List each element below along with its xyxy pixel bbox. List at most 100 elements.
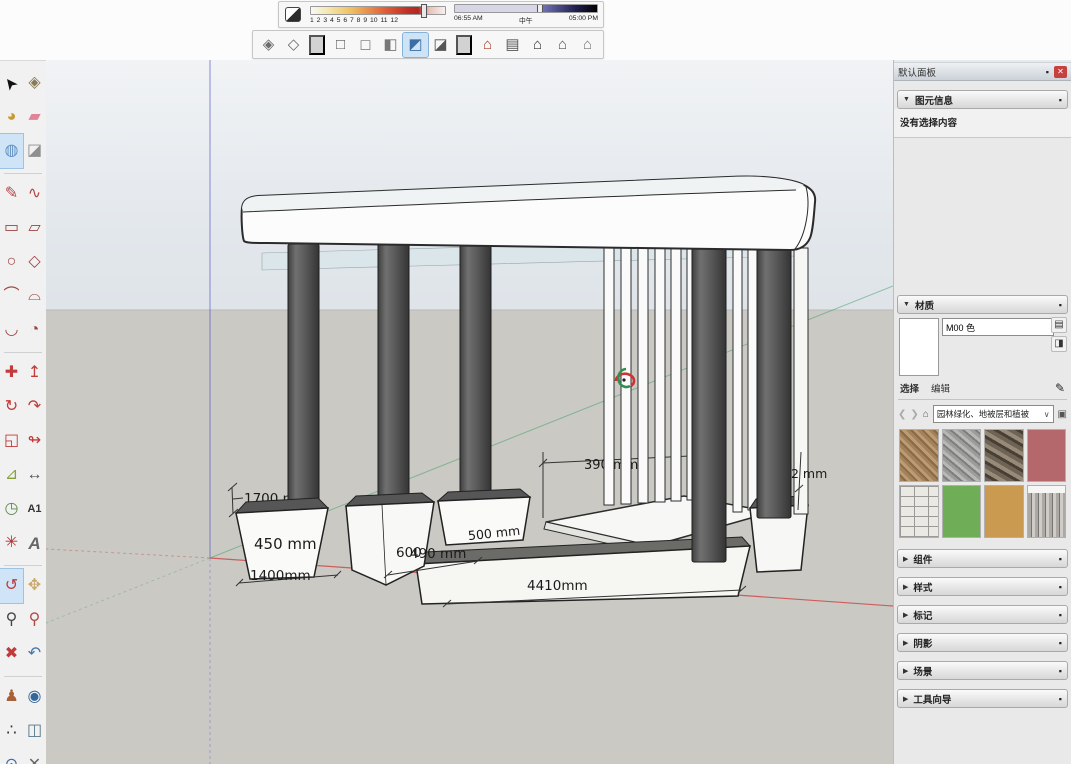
tool-arc[interactable]: ⌒ [0,279,23,313]
tool-protractor[interactable]: ◷ [0,492,23,526]
style-button-hidden-line[interactable]: ◻ [353,33,378,57]
tool-pie[interactable]: ◔ [23,313,46,347]
swatch-fence-gray[interactable] [1027,485,1067,538]
tool-solid-tools[interactable]: ◪ [23,134,46,168]
section-close-icon[interactable]: ▪ [1059,300,1062,310]
swatch-pavers-white[interactable] [899,485,939,538]
section-close-icon[interactable]: ▪ [1059,95,1062,105]
home-icon[interactable]: ⌂ [923,409,929,420]
tool-push-pull[interactable]: ↥ [23,356,46,390]
tool-unknown-tool-b[interactable]: ✕ [23,748,46,764]
shadow-time-slider[interactable]: 06:55 AM 中午 05:00 PM [454,4,598,25]
tool-circle[interactable]: ○ [0,245,23,279]
viewport-3d[interactable]: 390 mm 1700 mm [46,60,893,764]
tool-axes[interactable]: ✳ [0,526,23,560]
tool-zoom[interactable]: ⚲ [0,603,23,637]
tool-three-point-arc[interactable]: ◡ [0,313,23,347]
tool-polygon[interactable]: ◇ [23,245,46,279]
collapse-icon[interactable]: ▼ [903,301,910,308]
panel-titlebar[interactable]: 默认面板 ▪ ✕ [894,62,1071,81]
pin-icon[interactable]: ▪ [1046,67,1049,77]
tool-previous-view[interactable]: ↶ [23,637,46,671]
tool-text[interactable]: A1 [23,492,46,526]
tool-offset[interactable]: ↬ [23,424,46,458]
tool-freehand[interactable]: ∿ [23,177,46,211]
style-button-xray[interactable]: ◈ [256,33,281,57]
tool-tape-measure[interactable]: ⊿ [0,458,23,492]
tool-rectangle[interactable]: ▭ [0,211,23,245]
tool-orbit[interactable]: ↺ [0,569,23,603]
section-close-icon[interactable]: ▪ [1059,694,1062,704]
section-close-icon[interactable]: ▪ [1059,666,1062,676]
style-button-monochrome[interactable]: ◪ [428,33,453,57]
styles-views-buttons: ◈◇□◻◧◩◪⌂▤⌂⌂⌂ [256,31,600,58]
section-close-icon[interactable]: ▪ [1059,638,1062,648]
style-button-view-top[interactable]: ▤ [500,33,525,57]
swatch-gravel-gray[interactable] [942,429,982,482]
tool-rotated-rectangle[interactable]: ▱ [23,211,46,245]
date-slider-track[interactable] [310,6,446,15]
section-instructor[interactable]: ▶ 工具向导 ▪ [897,689,1068,708]
section-tags[interactable]: ▶ 标记 ▪ [897,605,1068,624]
back-icon[interactable]: ❮ [898,409,906,420]
tool-scale[interactable]: ◱ [0,424,23,458]
style-button-back-edges[interactable]: ◇ [281,33,306,57]
tool-soften-edges[interactable]: ◍ [0,134,23,168]
tool-two-point-arc[interactable]: ⌓ [23,279,46,313]
set-texture-button[interactable]: ◨ [1051,336,1067,352]
collapse-icon[interactable]: ▼ [903,96,910,103]
tool-zoom-extents[interactable]: ✖ [0,637,23,671]
section-close-icon[interactable]: ▪ [1059,554,1062,564]
tool-position-camera[interactable]: ♟ [0,680,23,714]
tool-move[interactable]: ✚ [0,356,23,390]
tool-look-around[interactable]: ◉ [23,680,46,714]
swatch-rose[interactable] [1027,429,1067,482]
style-button-shaded[interactable]: ◧ [378,33,403,57]
style-button-wireframe[interactable]: □ [328,33,353,57]
swatch-rock-dark[interactable] [984,429,1024,482]
dim-foot-left-label: 450 mm [254,535,317,553]
tool-line[interactable]: ✎ [0,177,23,211]
shadow-date-slider[interactable]: 1 2 3 4 5 6 7 8 9 10 11 12 [310,6,446,24]
tool-3d-text[interactable]: A [23,526,46,560]
dim-base-long-label: 4410mm [527,578,588,594]
shadow-settings-button[interactable] [284,6,302,23]
section-scenes[interactable]: ▶ 场景 ▪ [897,661,1068,680]
style-button-shaded-with-textures[interactable]: ◩ [403,33,428,57]
swatch-sand-tan[interactable] [984,485,1024,538]
tool-unknown-tool-a[interactable]: ⊙ [0,748,23,764]
materials-header[interactable]: ▼ 材质 ▪ [897,295,1068,314]
create-material-button[interactable]: ▤ [1051,317,1067,333]
material-category-dropdown[interactable]: 园林绿化、地被层和植被 ∨ [933,405,1054,423]
section-close-icon[interactable]: ▪ [1059,582,1062,592]
panel-close-button[interactable]: ✕ [1054,66,1067,78]
tab-edit[interactable]: 编辑 [931,381,950,395]
forward-icon[interactable]: ❯ [910,409,918,420]
tool-follow-me[interactable]: ↷ [23,390,46,424]
style-button-view-right[interactable]: ⌂ [550,33,575,57]
tool-eraser[interactable]: ▰ [23,100,46,134]
style-button-view-back[interactable]: ⌂ [575,33,600,57]
section-shadows[interactable]: ▶ 阴影 ▪ [897,633,1068,652]
style-button-view-iso[interactable]: ⌂ [475,33,500,57]
section-components[interactable]: ▶ 组件 ▪ [897,549,1068,568]
tool-zoom-window[interactable]: ⚲ [23,603,46,637]
tool-dimension[interactable]: ↔ [23,458,46,492]
tool-walk[interactable]: ∴ [0,714,23,748]
sample-paint-icon[interactable]: ✎ [1055,381,1065,395]
section-close-icon[interactable]: ▪ [1059,610,1062,620]
tool-section-plane[interactable]: ◫ [23,714,46,748]
swatch-gravel-brown[interactable] [899,429,939,482]
tab-select[interactable]: 选择 [900,381,919,395]
time-slider-track[interactable] [454,4,598,13]
style-button-view-front[interactable]: ⌂ [525,33,550,57]
tool-pan[interactable]: ✥ [23,569,46,603]
date-slider-handle[interactable] [421,4,427,18]
detail-icon[interactable]: ▣ [1058,409,1067,420]
tool-paint-bucket[interactable]: ◕ [0,100,23,134]
section-styles[interactable]: ▶ 样式 ▪ [897,577,1068,596]
entity-info-header[interactable]: ▼ 图元信息 ▪ [897,90,1068,109]
swatch-grass-green[interactable] [942,485,982,538]
material-name-input[interactable] [942,318,1054,336]
tool-rotate[interactable]: ↻ [0,390,23,424]
